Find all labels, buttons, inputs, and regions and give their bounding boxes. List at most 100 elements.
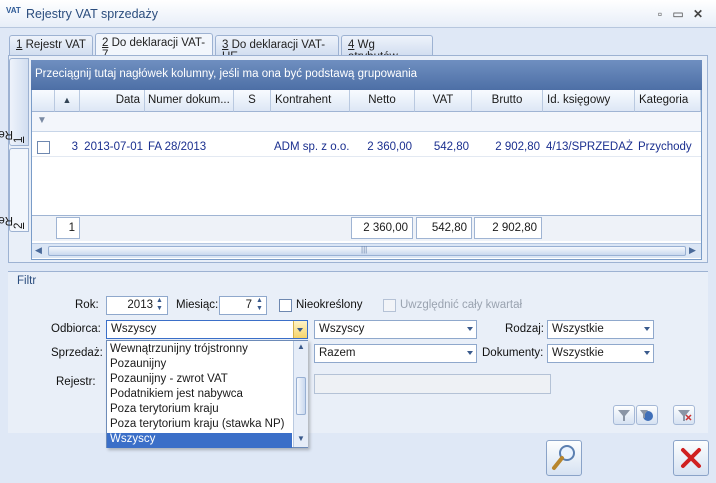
- dropdown-option[interactable]: Pozaunijny - zwrot VAT: [107, 373, 292, 388]
- column-header-kontrahent[interactable]: Kontrahent: [271, 90, 350, 112]
- column-header-kategoria[interactable]: Kategoria: [635, 90, 701, 112]
- side-tab-rejestr-spr[interactable]: 2 Rejestr spr.: [0, 148, 29, 232]
- column-header-brutto[interactable]: Brutto: [472, 90, 543, 112]
- close-icon: [681, 448, 701, 468]
- tab-do-deklaracji-vat7[interactable]: 2 Do deklaracji VAT-7: [95, 33, 213, 61]
- tab-label: Rejestr zak.: [0, 128, 13, 140]
- summary-netto: 2 360,00: [351, 217, 413, 239]
- clear-filter-icon: [678, 410, 692, 421]
- tab-do-deklaracji-vatue[interactable]: 3 Do deklaracji VAT-UE: [215, 35, 339, 63]
- tab-wg-atrybutow[interactable]: 4 Wg atrybutów: [341, 35, 433, 63]
- side-tab-rejestr-zak[interactable]: 1 Rejestr zak.: [0, 58, 29, 146]
- dropdown-option-selected[interactable]: Wszyscy: [107, 433, 292, 448]
- row-checkbox[interactable]: [37, 141, 50, 154]
- cell-kontrahent: ADM sp. z o.o.: [274, 141, 350, 153]
- razem-value: Razem: [319, 347, 356, 359]
- filter-icon: [618, 410, 630, 421]
- scroll-grip-icon: |||: [361, 245, 368, 254]
- column-header-data[interactable]: Data: [80, 90, 145, 112]
- grid-filter-row[interactable]: ▼: [32, 112, 701, 132]
- column-header-vat[interactable]: VAT: [415, 90, 472, 112]
- filter-title: Filtr: [17, 275, 37, 287]
- odbiorca-value: Wszyscy: [111, 323, 157, 335]
- cell-data: 2013-07-01: [84, 141, 143, 153]
- cell-s: [234, 137, 271, 157]
- tab-label: Rejestr VAT: [22, 39, 86, 51]
- close-window-icon[interactable]: ✕: [690, 6, 706, 22]
- chevron-down-icon: [644, 327, 650, 331]
- column-header-select[interactable]: [32, 90, 55, 112]
- cell-brutto: 2 902,80: [495, 141, 540, 153]
- preview-button[interactable]: [546, 440, 582, 476]
- dokumenty-value: Wszystkie: [552, 347, 604, 359]
- kwartal-checkbox[interactable]: [383, 299, 396, 312]
- dokumenty-label: Dokumenty:: [482, 347, 544, 359]
- nieokreslony-checkbox[interactable]: [279, 299, 292, 312]
- razem-select[interactable]: Razem: [314, 344, 477, 363]
- odbiorca-label: Odbiorca:: [51, 323, 101, 335]
- scroll-thumb[interactable]: |||: [48, 245, 686, 256]
- tab-number: 1: [13, 136, 25, 143]
- odbiorca2-value: Wszyscy: [319, 323, 365, 335]
- sort-ascending-icon: ▲: [62, 95, 72, 105]
- rodzaj-value: Wszystkie: [552, 323, 604, 335]
- group-panel[interactable]: Przeciągnij tutaj nagłówek kolumny, jeśl…: [31, 60, 702, 90]
- rejestr-label: Rejestr:: [56, 376, 96, 388]
- filter-options-button[interactable]: [636, 405, 658, 425]
- miesiac-stepper-icon[interactable]: ▲ ▼: [256, 297, 263, 313]
- apply-filter-button[interactable]: [613, 405, 635, 425]
- odbiorca-select[interactable]: Wszyscy: [106, 320, 308, 339]
- rejestr-field[interactable]: [314, 374, 551, 394]
- cell-id-ksiegowy: 4/13/SPRZEDAŻ: [546, 141, 633, 153]
- dokumenty-select[interactable]: Wszystkie: [547, 344, 654, 363]
- dropdown-option[interactable]: Pozaunijny: [107, 358, 292, 373]
- cell-lp: 3: [71, 141, 78, 153]
- scroll-up-icon[interactable]: ▲: [297, 342, 305, 351]
- chevron-down-icon: [467, 351, 473, 355]
- cell-netto: 2 360,00: [367, 141, 412, 153]
- summary-brutto: 2 902,80: [474, 217, 542, 239]
- dropdown-scrollbar[interactable]: ▲ ▼: [293, 341, 308, 447]
- close-button[interactable]: [673, 440, 709, 476]
- dropdown-option[interactable]: Wewnątrzunijny trójstronny: [107, 343, 292, 358]
- summary-vat: 542,80: [416, 217, 472, 239]
- tab-label: Rejestr spr.: [0, 214, 13, 226]
- odbiorca2-select[interactable]: Wszyscy: [314, 320, 477, 339]
- dropdown-option[interactable]: Poza terytorium kraju (stawka NP): [107, 418, 292, 433]
- chevron-down-icon: [644, 351, 650, 355]
- column-header-numer[interactable]: Numer dokum...: [145, 90, 234, 112]
- summary-count: 1: [56, 217, 80, 239]
- column-header-id-ksiegowy[interactable]: Id. księgowy: [543, 90, 635, 112]
- filter-globe-icon: [640, 410, 653, 421]
- dropdown-scroll-thumb[interactable]: [296, 377, 306, 415]
- sprzedaz-label: Sprzedaż:: [51, 347, 103, 359]
- chevron-down-icon[interactable]: [293, 321, 307, 338]
- cell-vat: 542,80: [433, 141, 469, 153]
- search-icon: [552, 445, 575, 470]
- kwartal-label: Uwzględnić cały kwartał: [400, 299, 523, 311]
- tab-number: 2: [13, 222, 25, 229]
- cell-kategoria: Przychody: [638, 141, 692, 153]
- dropdown-option[interactable]: Podatnikiem jest nabywca: [107, 388, 292, 403]
- rok-label: Rok:: [75, 299, 99, 311]
- tab-rejestr-vat[interactable]: 1 Rejestr VAT: [9, 35, 93, 55]
- rodzaj-label: Rodzaj:: [505, 323, 544, 335]
- scroll-left-icon[interactable]: ◀: [35, 245, 42, 256]
- maximize-icon[interactable]: ▭: [670, 6, 686, 22]
- filter-row-icon: ▼: [37, 115, 47, 126]
- dropdown-option[interactable]: Poza terytorium kraju: [107, 403, 292, 418]
- cell-numer: FA 28/2013: [148, 141, 207, 153]
- chevron-down-icon: [467, 327, 473, 331]
- column-header-lp[interactable]: ▲: [55, 90, 80, 112]
- scroll-down-icon[interactable]: ▼: [297, 434, 305, 443]
- horizontal-scrollbar[interactable]: ◀ ||| ▶: [32, 243, 701, 258]
- rok-stepper-icon[interactable]: ▲ ▼: [156, 297, 163, 313]
- miesiac-label: Miesiąc:: [176, 299, 219, 311]
- column-header-s[interactable]: S: [234, 90, 271, 112]
- column-header-netto[interactable]: Netto: [350, 90, 415, 112]
- restore-icon[interactable]: ▫: [652, 6, 668, 22]
- rodzaj-select[interactable]: Wszystkie: [547, 320, 654, 339]
- nieokreslony-label: Nieokreślony: [296, 299, 363, 311]
- clear-filter-button[interactable]: [673, 405, 695, 425]
- scroll-right-icon[interactable]: ▶: [689, 245, 696, 256]
